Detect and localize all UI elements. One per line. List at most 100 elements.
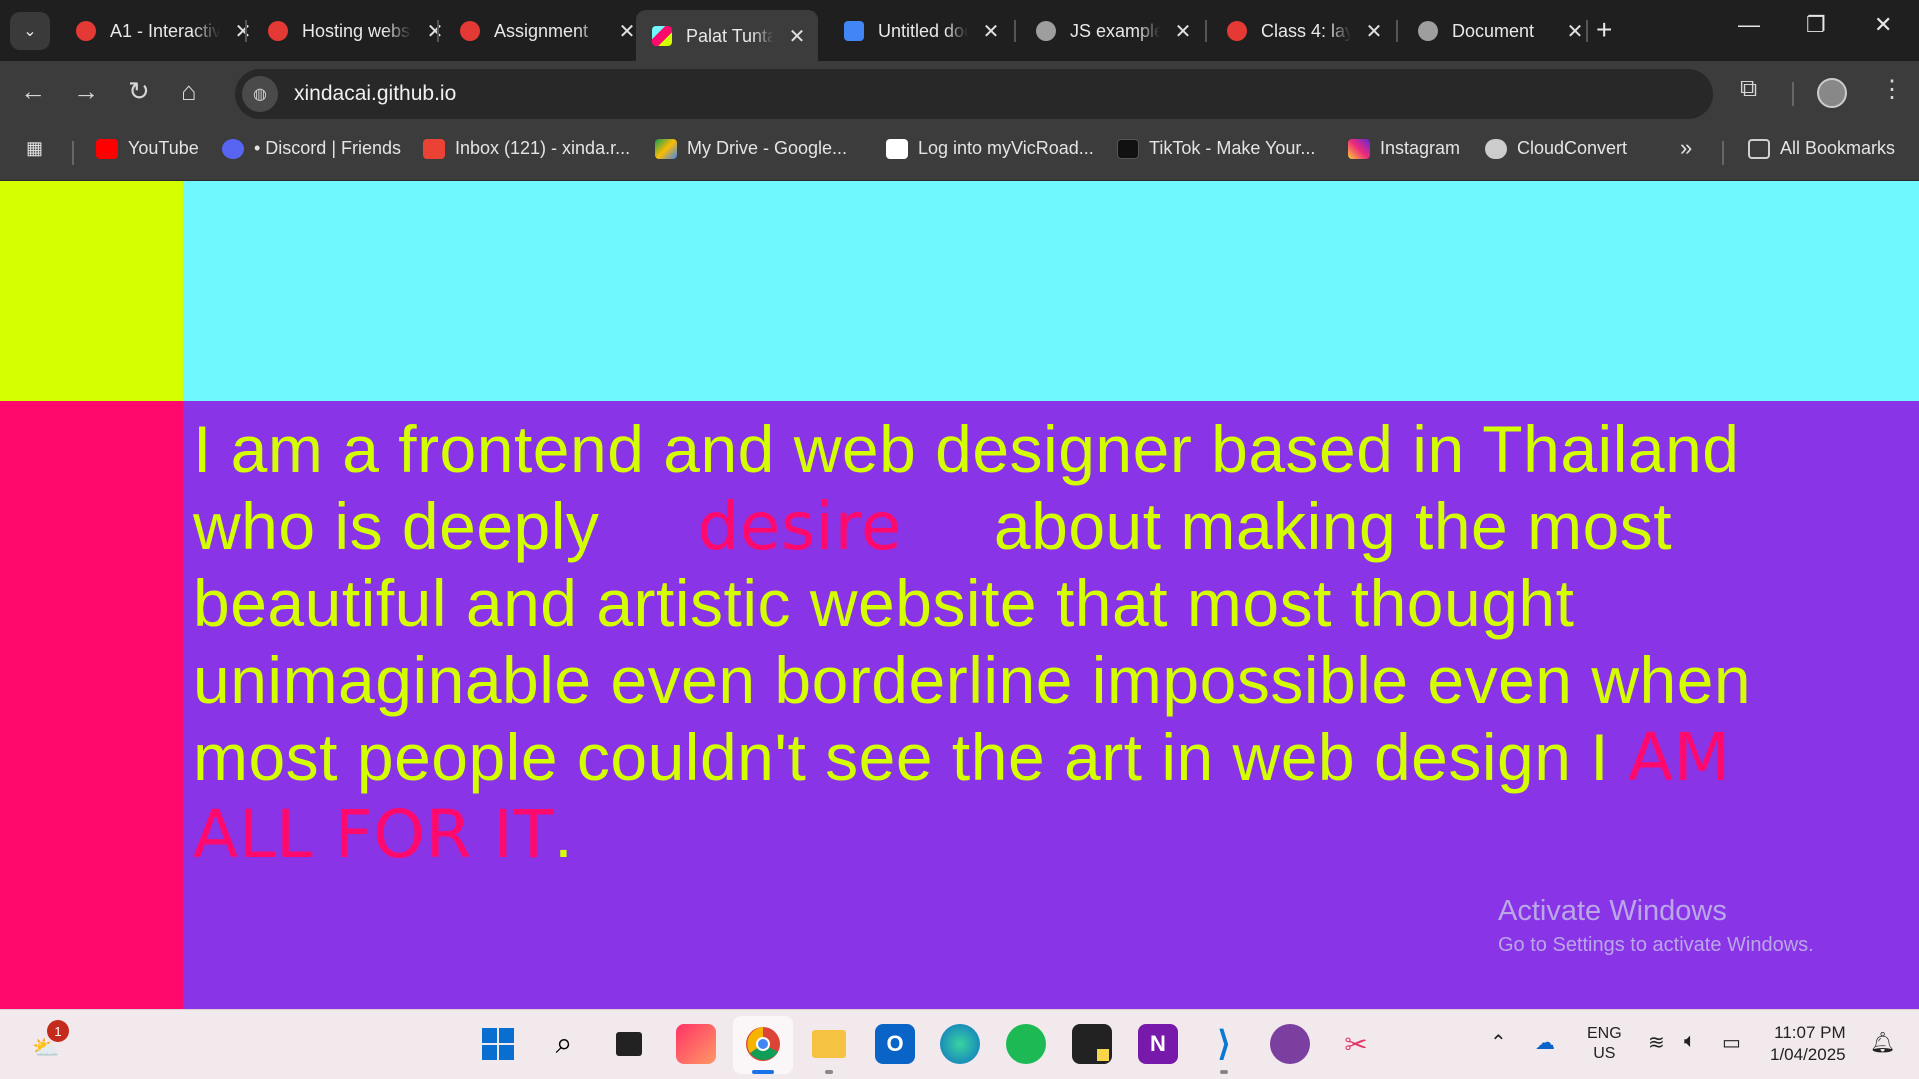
- sidebar-bottom-block: [0, 401, 183, 1009]
- tab-separator: [1396, 20, 1398, 42]
- reload-icon[interactable]: ↻: [128, 76, 150, 106]
- new-tab-button[interactable]: +: [1596, 14, 1612, 46]
- bio-period: .: [554, 797, 574, 871]
- restore-icon[interactable]: ❐: [1806, 12, 1826, 38]
- activate-windows-watermark: Activate Windows Go to Settings to activ…: [1498, 895, 1814, 957]
- tab[interactable]: Untitled document ✕: [828, 10, 1010, 52]
- globe-icon: [1418, 21, 1438, 41]
- spotify-icon[interactable]: [1006, 1024, 1046, 1064]
- bookmarks-bar: ▦ YouTube • Discord | Friends Inbox (121…: [0, 124, 1919, 181]
- bookmark-label: All Bookmarks: [1780, 138, 1896, 158]
- tab[interactable]: Document ✕: [1402, 10, 1594, 52]
- wifi-icon[interactable]: ≋: [1648, 1030, 1665, 1055]
- bookmarks-separator: [1722, 141, 1724, 165]
- close-tab-icon[interactable]: ✕: [1365, 19, 1383, 44]
- apps-grid-icon[interactable]: ▦: [26, 138, 43, 159]
- hero-banner: [183, 181, 1919, 401]
- favicon-icon: [1227, 21, 1247, 41]
- onedrive-icon[interactable]: ☁: [1535, 1030, 1555, 1055]
- window-close-icon[interactable]: ✕: [1874, 12, 1892, 38]
- tab-search-button[interactable]: ⌄: [10, 12, 50, 50]
- tab-title: Class 4: layout: [1261, 20, 1351, 41]
- chrome-icon[interactable]: [743, 1024, 783, 1064]
- address-bar[interactable]: ◍ xindacai.github.io: [235, 69, 1713, 119]
- bookmark-youtube[interactable]: YouTube: [96, 138, 199, 159]
- forward-icon[interactable]: →: [73, 76, 99, 106]
- all-bookmarks-button[interactable]: All Bookmarks: [1748, 138, 1895, 159]
- bookmark-vicroads[interactable]: Log into myVicRoad...: [886, 138, 1094, 159]
- tab-separator: [1205, 20, 1207, 42]
- chevron-down-icon: ⌄: [23, 23, 37, 40]
- task-view-icon[interactable]: [609, 1024, 649, 1064]
- tab-separator: [1586, 20, 1588, 42]
- youtube-icon: [96, 138, 118, 159]
- docs-icon: [844, 21, 864, 41]
- favicon-icon: [268, 21, 288, 41]
- windows-taskbar: ⛅ 1 ⌕ O N ⟩ ✂ ⌃ ☁ ENG US ≋ 🔈︎ ▭ 11:07 PM…: [0, 1009, 1919, 1079]
- bookmark-instagram[interactable]: Instagram: [1348, 138, 1460, 159]
- tab[interactable]: JS examples ✕: [1020, 10, 1202, 52]
- bookmark-discord[interactable]: • Discord | Friends: [222, 138, 401, 159]
- close-tab-icon[interactable]: ✕: [618, 19, 636, 44]
- bookmark-label: YouTube: [128, 138, 199, 158]
- sidebar-top-block: [0, 181, 183, 401]
- vscode-icon[interactable]: ⟩: [1204, 1024, 1244, 1064]
- close-tab-icon[interactable]: ✕: [1566, 19, 1584, 44]
- bookmarks-overflow-button[interactable]: »: [1680, 135, 1692, 161]
- tab[interactable]: Hosting website ✕: [252, 10, 454, 52]
- bookmark-label: CloudConvert: [1517, 138, 1628, 158]
- close-tab-icon[interactable]: ✕: [426, 19, 444, 44]
- close-tab-icon[interactable]: ✕: [982, 19, 1000, 44]
- edge-icon[interactable]: [940, 1024, 980, 1064]
- start-icon[interactable]: [478, 1024, 518, 1064]
- tab[interactable]: Class 4: layout ✕: [1211, 10, 1393, 52]
- battery-icon[interactable]: ▭: [1722, 1030, 1741, 1055]
- bookmark-label: Inbox (121) - xinda.r...: [455, 138, 631, 158]
- bookmark-drive[interactable]: My Drive - Google...: [655, 138, 847, 159]
- bookmark-gmail[interactable]: Inbox (121) - xinda.r...: [423, 138, 630, 159]
- file-explorer-icon[interactable]: [809, 1024, 849, 1064]
- show-hidden-icons-icon[interactable]: ⌃: [1490, 1030, 1507, 1055]
- profile-avatar[interactable]: [1817, 78, 1847, 108]
- tab-strip: ⌄ A1 - Interactive ✕ Hosting website ✕ A…: [0, 0, 1919, 62]
- github-desktop-icon[interactable]: [1270, 1024, 1310, 1064]
- back-icon[interactable]: ←: [20, 76, 46, 106]
- home-icon[interactable]: ⌂: [181, 76, 197, 106]
- sticky-notes-icon[interactable]: [1072, 1024, 1112, 1064]
- discord-icon: [222, 138, 244, 159]
- tab-title: Hosting website: [302, 20, 412, 41]
- bookmark-tiktok[interactable]: TikTok - Make Your...: [1117, 138, 1315, 159]
- close-tab-icon[interactable]: ✕: [234, 19, 252, 44]
- creative-cloud-icon[interactable]: [676, 1024, 716, 1064]
- volume-icon[interactable]: 🔈︎: [1684, 1030, 1696, 1053]
- search-icon[interactable]: ⌕: [544, 1024, 584, 1064]
- globe-icon: [1036, 21, 1056, 41]
- clock[interactable]: 11:07 PM 1/04/2025: [1770, 1022, 1846, 1066]
- windows-logo-icon: [482, 1028, 514, 1060]
- menu-icon[interactable]: ⋮: [1880, 75, 1904, 104]
- clock-date: 1/04/2025: [1770, 1045, 1846, 1064]
- bookmark-cloudconvert[interactable]: CloudConvert: [1485, 138, 1627, 159]
- lang-code: ENG: [1587, 1025, 1622, 1042]
- watermark-title: Activate Windows: [1498, 895, 1727, 927]
- browser-toolbar: ← → ↻ ⌂ ◍ xindacai.github.io ⧉ ⋮: [0, 61, 1919, 124]
- close-tab-icon[interactable]: ✕: [788, 24, 806, 49]
- outlook-icon[interactable]: O: [875, 1024, 915, 1064]
- explorer-running-indicator: [825, 1070, 833, 1074]
- notifications-icon[interactable]: 🔔︎: [1870, 1030, 1895, 1055]
- folder-icon: [1748, 138, 1770, 159]
- onenote-icon[interactable]: N: [1138, 1024, 1178, 1064]
- tab[interactable]: Assignment ✕: [444, 10, 646, 52]
- site-info-icon[interactable]: ◍: [242, 76, 278, 112]
- input-language[interactable]: ENG US: [1587, 1024, 1622, 1064]
- extensions-icon[interactable]: ⧉: [1740, 75, 1757, 103]
- close-tab-icon[interactable]: ✕: [1174, 19, 1192, 44]
- tab-active[interactable]: Palat Tuntasood ✕: [636, 10, 818, 62]
- minimize-icon[interactable]: —: [1738, 12, 1760, 38]
- tab-separator: [437, 20, 439, 42]
- bookmark-label: Instagram: [1380, 138, 1461, 158]
- chrome-logo-icon: [746, 1027, 780, 1061]
- tab[interactable]: A1 - Interactive ✕: [60, 10, 262, 52]
- watermark-subtitle: Go to Settings to activate Windows.: [1498, 934, 1814, 956]
- snipping-tool-icon[interactable]: ✂: [1336, 1024, 1376, 1064]
